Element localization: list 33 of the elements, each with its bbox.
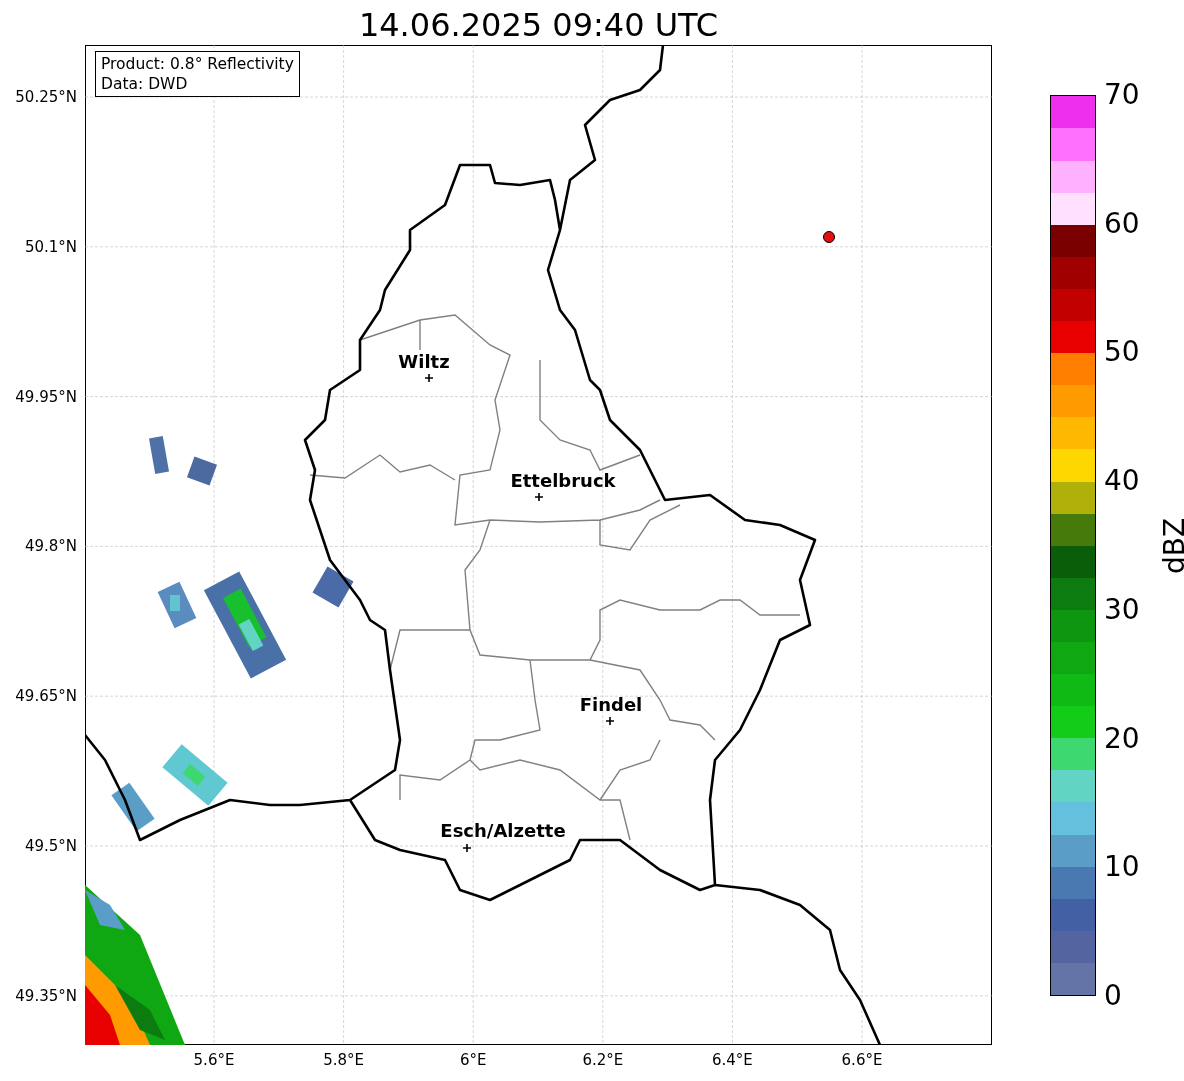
axis-tick-label: 49.65°N xyxy=(15,687,77,706)
colorbar-tick-label: 50 xyxy=(1104,337,1140,368)
axis-tick-label: 49.8°N xyxy=(24,537,77,556)
info-box: Product: 0.8° Reflectivity Data: DWD xyxy=(95,51,300,97)
axis-tick-label: 49.35°N xyxy=(15,986,77,1005)
colorbar-tick-label: 70 xyxy=(1104,80,1140,110)
city-marker-icon xyxy=(424,373,434,383)
city-label: Wiltz xyxy=(398,351,450,372)
axis-tick-label: 5.6°E xyxy=(193,1051,235,1069)
axis-tick-label: 50.25°N xyxy=(15,88,77,106)
colorbar-tick-label: 60 xyxy=(1104,208,1140,239)
city-label: Findel xyxy=(579,694,643,715)
axis-tick-label: 49.5°N xyxy=(24,837,77,855)
city-label: Ettelbruck xyxy=(510,470,616,491)
city-marker-icon xyxy=(462,843,472,853)
axis-tick-label: 6°E xyxy=(459,1051,487,1069)
axis-tick-label: 6.6°E xyxy=(841,1051,883,1069)
colorbar-label: dBZ xyxy=(1157,517,1184,574)
city-marker-icon xyxy=(534,492,544,502)
colorbar-tick-label: 30 xyxy=(1104,594,1140,625)
colorbar-tick-label: 40 xyxy=(1104,466,1140,497)
colorbar-tick-label: 0 xyxy=(1104,981,1122,1011)
city-label: Esch/Alzette xyxy=(440,820,566,841)
chart-title: 14.06.2025 09:40 UTC xyxy=(357,5,720,45)
city-marker-icon xyxy=(605,716,615,726)
colorbar-tick-label: 20 xyxy=(1104,723,1140,754)
colorbar-tick-label: 10 xyxy=(1104,852,1140,883)
axis-tick-label: 5.8°E xyxy=(323,1051,364,1069)
axis-tick-label: 6.2°E xyxy=(582,1051,624,1069)
axis-tick-label: 50.1°N xyxy=(24,237,77,256)
axis-tick-label: 6.4°E xyxy=(711,1051,753,1069)
radar-site-marker xyxy=(823,231,835,243)
axis-tick-label: 49.95°N xyxy=(15,387,77,406)
